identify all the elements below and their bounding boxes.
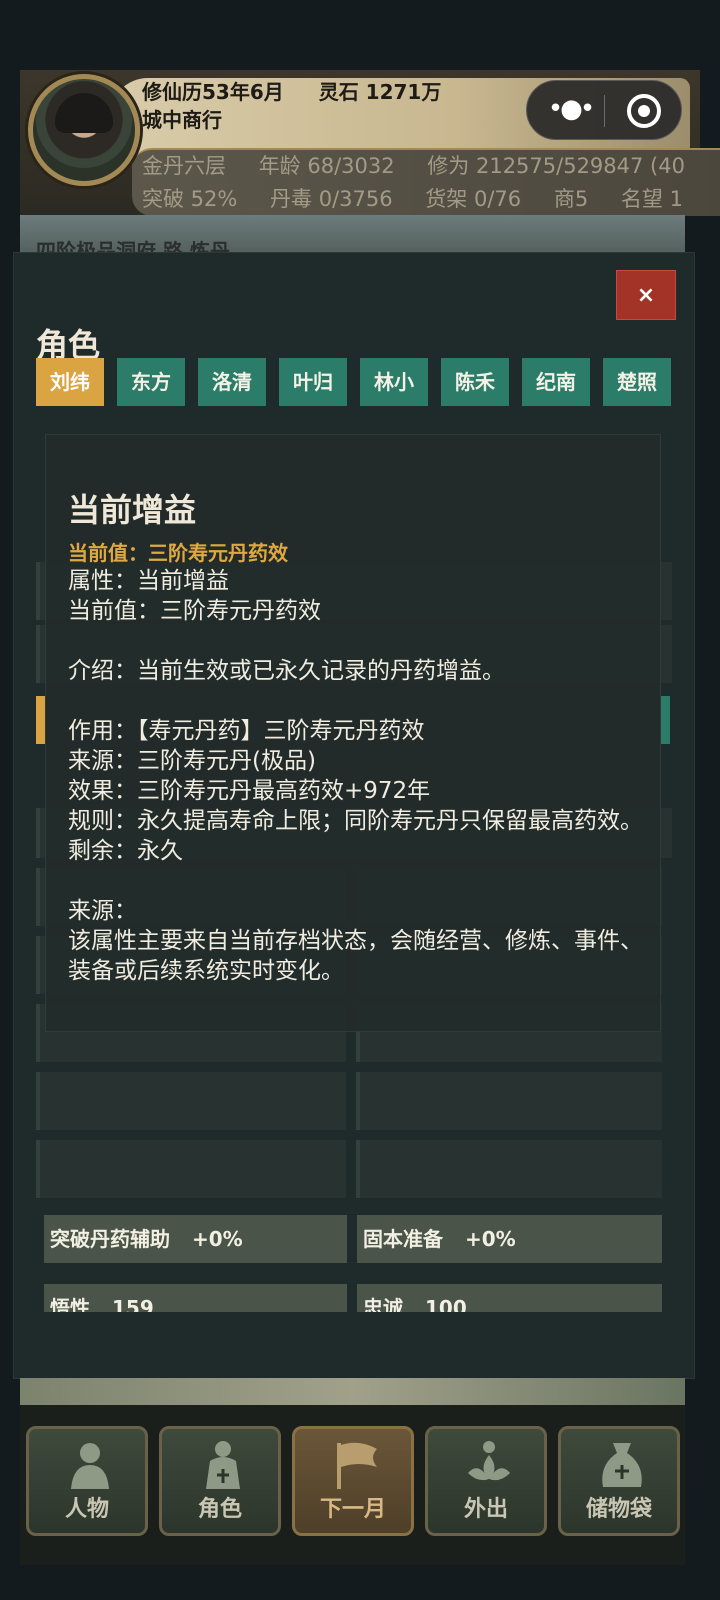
scenery-strip bbox=[20, 1378, 685, 1408]
header-line-date: 修仙历53年6月 灵石 1271万 bbox=[142, 76, 469, 105]
tab-character-6[interactable]: 陈禾 bbox=[441, 358, 509, 406]
tab-character-5[interactable]: 林小 bbox=[360, 358, 428, 406]
tooltip-line: 剩余：永久 bbox=[68, 838, 183, 864]
stat-value: 159 bbox=[112, 1296, 154, 1312]
nav-label: 外出 bbox=[463, 1497, 508, 1522]
nav-next-month-button[interactable]: 下一月 bbox=[292, 1426, 414, 1536]
bag-icon bbox=[597, 1439, 647, 1491]
nav-role-button[interactable]: 角色 bbox=[159, 1426, 281, 1536]
realm: 金丹六层 bbox=[142, 154, 226, 178]
stat-value: +0% bbox=[465, 1227, 516, 1251]
tooltip-line: 该属性主要来自当前存档状态，会随经营、修炼、事件、装备或后续系统实时变化。 bbox=[68, 928, 643, 984]
tab-character-7[interactable]: 纪南 bbox=[522, 358, 590, 406]
reputation: 名望 1 bbox=[620, 187, 683, 211]
nav-storage-bag-button[interactable]: 储物袋 bbox=[558, 1426, 680, 1536]
underlying-accent-left bbox=[36, 696, 46, 744]
shelf: 货架 0/76 bbox=[425, 187, 522, 211]
tab-character-3[interactable]: 洛清 bbox=[198, 358, 266, 406]
robe-icon bbox=[198, 1439, 248, 1491]
underlying-cell bbox=[356, 1072, 662, 1130]
underlying-cell bbox=[356, 1140, 662, 1198]
nav-person-button[interactable]: 人物 bbox=[26, 1426, 148, 1536]
nav-travel-button[interactable]: 外出 bbox=[425, 1426, 547, 1536]
stat-loyalty[interactable]: 忠诚 100 bbox=[357, 1284, 662, 1312]
tooltip-line: 效果：三阶寿元丹最高药效+972年 bbox=[68, 778, 431, 804]
tooltip-line: 属性：当前增益 bbox=[68, 568, 229, 594]
tooltip-subtitle: 当前值：三阶寿元丹药效 bbox=[68, 541, 288, 565]
nav-label: 角色 bbox=[197, 1497, 242, 1522]
tooltip-line: 当前值：三阶寿元丹药效 bbox=[68, 598, 321, 624]
stat-label: 固本准备 bbox=[363, 1227, 443, 1251]
age: 年龄 68/3032 bbox=[258, 154, 395, 178]
flag-icon bbox=[331, 1439, 381, 1491]
location-label: 城中商行 bbox=[142, 108, 222, 132]
tooltip-line: 介绍：当前生效或已永久记录的丹药增益。 bbox=[68, 658, 505, 684]
nav-label: 人物 bbox=[64, 1497, 109, 1522]
pill-poison: 丹毒 0/3756 bbox=[270, 187, 393, 211]
more-icon[interactable]: •●• bbox=[545, 91, 595, 131]
tooltip-line: 来源：三阶寿元丹(极品) bbox=[68, 748, 316, 774]
avatar[interactable] bbox=[28, 74, 140, 186]
person-icon bbox=[65, 1439, 115, 1491]
breakthrough: 突破 52% bbox=[142, 187, 238, 211]
tooltip-line: 规则：永久提高寿命上限；同阶寿元丹只保留最高药效。 bbox=[68, 808, 643, 834]
tab-character-8[interactable]: 楚照 bbox=[603, 358, 671, 406]
underlying-cell bbox=[36, 1072, 346, 1130]
spirit-stones: 灵石 1271万 bbox=[318, 80, 442, 104]
stat-label: 忠诚 bbox=[363, 1296, 403, 1312]
stat-value: 100 bbox=[425, 1296, 467, 1312]
underlying-cell bbox=[36, 1140, 346, 1198]
close-button[interactable]: × bbox=[616, 270, 676, 320]
tab-character-2[interactable]: 东方 bbox=[117, 358, 185, 406]
stat-value: +0% bbox=[192, 1227, 243, 1251]
character-tabs: 刘纬 东方 洛清 叶归 林小 陈禾 纪南 楚照 bbox=[36, 358, 676, 406]
stat-breakthrough-pill[interactable]: 突破丹药辅助 +0% bbox=[44, 1215, 347, 1263]
stat-label: 悟性 bbox=[50, 1296, 90, 1312]
nav-label: 下一月 bbox=[319, 1497, 386, 1522]
header-stats-row-1: 金丹六层 年龄 68/3032 修为 212575/529847 (40 bbox=[142, 150, 711, 180]
tooltip-body: 属性：当前增益 当前值：三阶寿元丹药效 介绍：当前生效或已永久记录的丹药增益。 … bbox=[68, 566, 648, 986]
stat-comprehension[interactable]: 悟性 159 bbox=[44, 1284, 347, 1312]
stat-foundation-prep[interactable]: 固本准备 +0% bbox=[357, 1215, 662, 1263]
cultivation: 修为 212575/529847 (40 bbox=[427, 154, 685, 178]
tab-character-1[interactable]: 刘纬 bbox=[36, 358, 104, 406]
nav-label: 储物袋 bbox=[585, 1497, 652, 1522]
game-date: 修仙历53年6月 bbox=[142, 80, 284, 104]
miniprogram-capsule: •●• bbox=[526, 80, 682, 140]
lotus-icon bbox=[464, 1439, 514, 1491]
tab-character-4[interactable]: 叶归 bbox=[279, 358, 347, 406]
merchant-level: 商5 bbox=[553, 187, 589, 211]
stat-label: 突破丹药辅助 bbox=[50, 1227, 170, 1251]
header-stats-row-2: 突破 52% 丹毒 0/3756 货架 0/76 商5 名望 1 bbox=[142, 183, 709, 213]
tooltip-title: 当前增益 bbox=[68, 491, 197, 529]
underlying-accent-right bbox=[660, 696, 670, 744]
exit-icon[interactable] bbox=[627, 94, 661, 128]
tooltip-line: 来源： bbox=[68, 898, 137, 924]
tooltip-line: 作用：【寿元丹药】三阶寿元丹药效 bbox=[68, 718, 425, 744]
